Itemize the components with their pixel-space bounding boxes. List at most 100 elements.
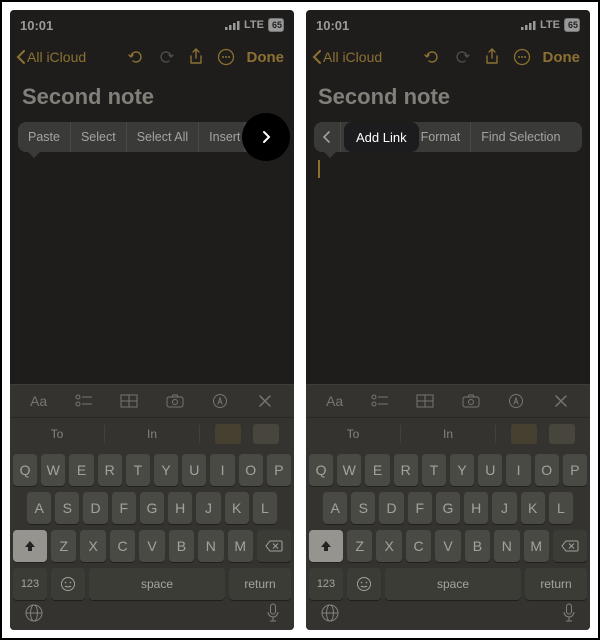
share-button[interactable] [479, 44, 505, 70]
backspace-key[interactable] [257, 530, 291, 562]
key-h[interactable]: H [168, 492, 192, 524]
globe-button[interactable] [24, 603, 44, 628]
key-x[interactable]: X [376, 530, 401, 562]
key-o[interactable]: O [535, 454, 559, 486]
key-h[interactable]: H [464, 492, 488, 524]
menu-format[interactable]: Format [411, 122, 471, 152]
key-w[interactable]: W [41, 454, 65, 486]
key-i[interactable]: I [506, 454, 530, 486]
key-s[interactable]: S [351, 492, 375, 524]
predict-stickers[interactable] [200, 424, 294, 444]
predict-stickers[interactable] [496, 424, 590, 444]
key-e[interactable]: E [365, 454, 389, 486]
key-v[interactable]: V [435, 530, 460, 562]
numbers-key[interactable]: 123 [13, 568, 47, 600]
back-button[interactable]: All iCloud [16, 49, 86, 65]
key-k[interactable]: K [225, 492, 249, 524]
table-button[interactable] [115, 389, 143, 413]
markup-button[interactable] [502, 389, 530, 413]
key-i[interactable]: I [210, 454, 234, 486]
key-u[interactable]: U [478, 454, 502, 486]
key-a[interactable]: A [323, 492, 347, 524]
key-l[interactable]: L [549, 492, 573, 524]
backspace-key[interactable] [553, 530, 587, 562]
menu-find-selection[interactable]: Find Selection [471, 122, 582, 152]
numbers-key[interactable]: 123 [309, 568, 343, 600]
key-f[interactable]: F [112, 492, 136, 524]
undo-button[interactable] [419, 44, 445, 70]
key-m[interactable]: M [524, 530, 549, 562]
table-button[interactable] [411, 389, 439, 413]
checklist-button[interactable] [366, 389, 394, 413]
key-u[interactable]: U [182, 454, 206, 486]
key-a[interactable]: A [27, 492, 51, 524]
menu-insert[interactable]: Insert [199, 122, 244, 152]
done-button[interactable]: Done [539, 49, 585, 66]
close-format-button[interactable] [251, 389, 279, 413]
key-z[interactable]: Z [51, 530, 76, 562]
key-j[interactable]: J [492, 492, 516, 524]
globe-button[interactable] [320, 603, 340, 628]
key-x[interactable]: X [80, 530, 105, 562]
camera-button[interactable] [457, 389, 485, 413]
space-key[interactable]: space [385, 568, 521, 600]
note-title[interactable]: Second note [10, 74, 294, 122]
undo-button[interactable] [123, 44, 149, 70]
done-button[interactable]: Done [243, 49, 289, 66]
key-o[interactable]: O [239, 454, 263, 486]
key-d[interactable]: D [379, 492, 403, 524]
key-b[interactable]: B [465, 530, 490, 562]
note-title[interactable]: Second note [306, 74, 590, 122]
shift-key[interactable] [309, 530, 343, 562]
key-l[interactable]: L [253, 492, 277, 524]
dictation-button[interactable] [266, 603, 280, 628]
key-r[interactable]: R [394, 454, 418, 486]
key-m[interactable]: M [228, 530, 253, 562]
key-t[interactable]: T [422, 454, 446, 486]
key-d[interactable]: D [83, 492, 107, 524]
key-q[interactable]: Q [13, 454, 37, 486]
text-style-button[interactable]: Aa [321, 389, 349, 413]
camera-button[interactable] [161, 389, 189, 413]
text-style-button[interactable]: Aa [25, 389, 53, 413]
emoji-key[interactable] [347, 568, 381, 600]
predict-1[interactable]: To [306, 427, 400, 441]
key-c[interactable]: C [110, 530, 135, 562]
key-e[interactable]: E [69, 454, 93, 486]
key-c[interactable]: C [406, 530, 431, 562]
key-p[interactable]: P [563, 454, 587, 486]
key-j[interactable]: J [196, 492, 220, 524]
dictation-button[interactable] [562, 603, 576, 628]
predict-2[interactable]: In [401, 427, 495, 441]
emoji-key[interactable] [51, 568, 85, 600]
return-key[interactable]: return [525, 568, 587, 600]
key-y[interactable]: Y [154, 454, 178, 486]
menu-select-all[interactable]: Select All [127, 122, 198, 152]
close-format-button[interactable] [547, 389, 575, 413]
key-n[interactable]: N [198, 530, 223, 562]
back-button[interactable]: All iCloud [312, 49, 382, 65]
key-t[interactable]: T [126, 454, 150, 486]
key-g[interactable]: G [140, 492, 164, 524]
note-body[interactable] [306, 156, 590, 384]
key-z[interactable]: Z [347, 530, 372, 562]
key-p[interactable]: P [267, 454, 291, 486]
key-f[interactable]: F [408, 492, 432, 524]
predict-1[interactable]: To [10, 427, 104, 441]
share-button[interactable] [183, 44, 209, 70]
key-q[interactable]: Q [309, 454, 333, 486]
key-n[interactable]: N [494, 530, 519, 562]
checklist-button[interactable] [70, 389, 98, 413]
key-r[interactable]: R [98, 454, 122, 486]
key-k[interactable]: K [521, 492, 545, 524]
menu-paste[interactable]: Paste [18, 122, 70, 152]
predict-2[interactable]: In [105, 427, 199, 441]
highlight-add-link[interactable]: Add Link [344, 122, 419, 152]
key-w[interactable]: W [337, 454, 361, 486]
menu-prev[interactable] [314, 131, 340, 143]
key-y[interactable]: Y [450, 454, 474, 486]
key-v[interactable]: V [139, 530, 164, 562]
space-key[interactable]: space [89, 568, 225, 600]
key-g[interactable]: G [436, 492, 460, 524]
key-b[interactable]: B [169, 530, 194, 562]
